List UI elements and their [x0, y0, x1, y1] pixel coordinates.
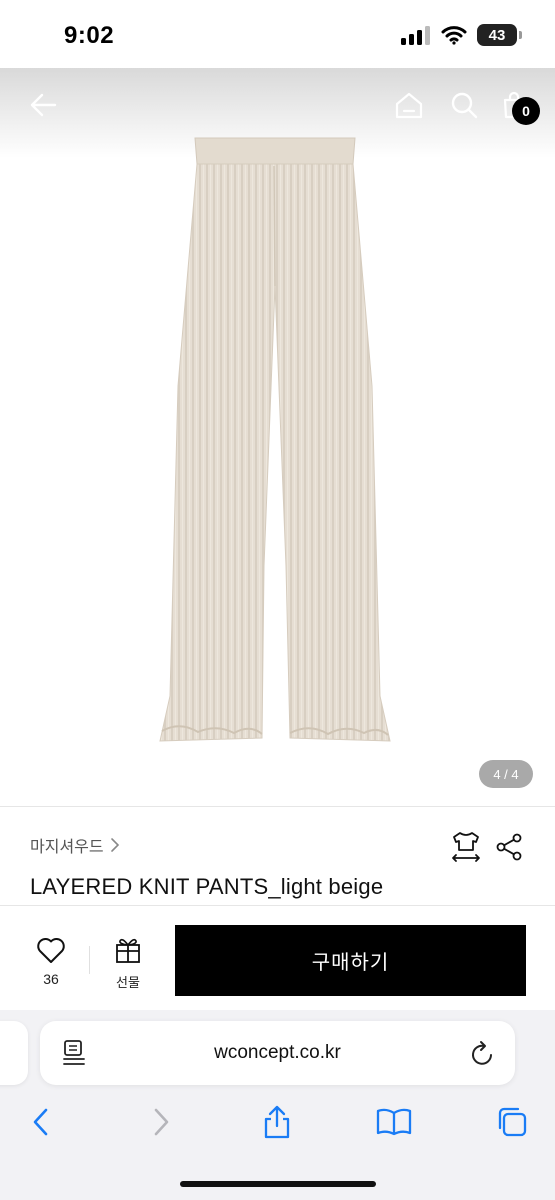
tabs-button[interactable]: [492, 1102, 532, 1142]
arrow-left-icon: [30, 93, 57, 117]
wifi-icon: [441, 26, 467, 45]
home-icon: [395, 92, 423, 119]
battery-indicator: 43: [477, 24, 522, 46]
purchase-bar: 36 선물 구매하기: [0, 905, 555, 1010]
battery-level: 43: [488, 26, 506, 44]
forward-nav-button[interactable]: [141, 1102, 181, 1142]
browser-toolbar: wconcept.co.kr: [0, 1010, 555, 1200]
chevron-right-icon: [110, 838, 119, 852]
divider: [89, 946, 90, 974]
previous-tab-peek[interactable]: [0, 1021, 28, 1085]
chevron-left-icon: [33, 1108, 48, 1136]
url-text: wconcept.co.kr: [214, 1042, 341, 1063]
tabs-icon: [498, 1107, 527, 1137]
status-icons: 43: [401, 24, 522, 46]
share-button[interactable]: [257, 1102, 297, 1142]
cart-count-badge: 0: [512, 97, 540, 125]
brand-link[interactable]: 마지셔우드: [30, 833, 120, 857]
status-time: 9:02: [64, 22, 115, 49]
heart-icon: [37, 937, 65, 963]
like-count: 36: [43, 971, 59, 987]
bookmarks-button[interactable]: [374, 1102, 414, 1142]
status-bar: 9:02 43: [0, 0, 555, 68]
search-icon: [451, 92, 478, 119]
gallery-page-indicator: 4 / 4: [479, 760, 533, 788]
brand-name: 마지셔우드: [30, 839, 104, 856]
product-title: LAYERED KNIT PANTS_light beige: [30, 874, 384, 899]
buy-button[interactable]: 구매하기: [175, 925, 526, 996]
cellular-signal-icon: [401, 26, 430, 45]
share-sheet-icon: [264, 1105, 290, 1139]
like-button[interactable]: 36: [30, 936, 72, 987]
gift-button[interactable]: 선물: [108, 936, 148, 991]
gift-icon: [116, 938, 140, 963]
product-image: [159, 137, 391, 742]
share-icon[interactable]: [495, 832, 523, 862]
back-nav-button[interactable]: [21, 1102, 61, 1142]
home-indicator: [180, 1181, 376, 1187]
back-button[interactable]: [24, 86, 62, 124]
chevron-right-icon: [154, 1108, 169, 1136]
size-guide-icon[interactable]: [450, 830, 482, 864]
divider: [0, 806, 555, 807]
reload-icon[interactable]: [470, 1039, 496, 1067]
product-image-gallery[interactable]: [0, 68, 555, 808]
home-button[interactable]: [390, 86, 428, 124]
search-button[interactable]: [445, 86, 483, 124]
book-icon: [376, 1108, 412, 1136]
address-bar[interactable]: wconcept.co.kr: [40, 1021, 515, 1085]
gift-label: 선물: [116, 975, 140, 990]
